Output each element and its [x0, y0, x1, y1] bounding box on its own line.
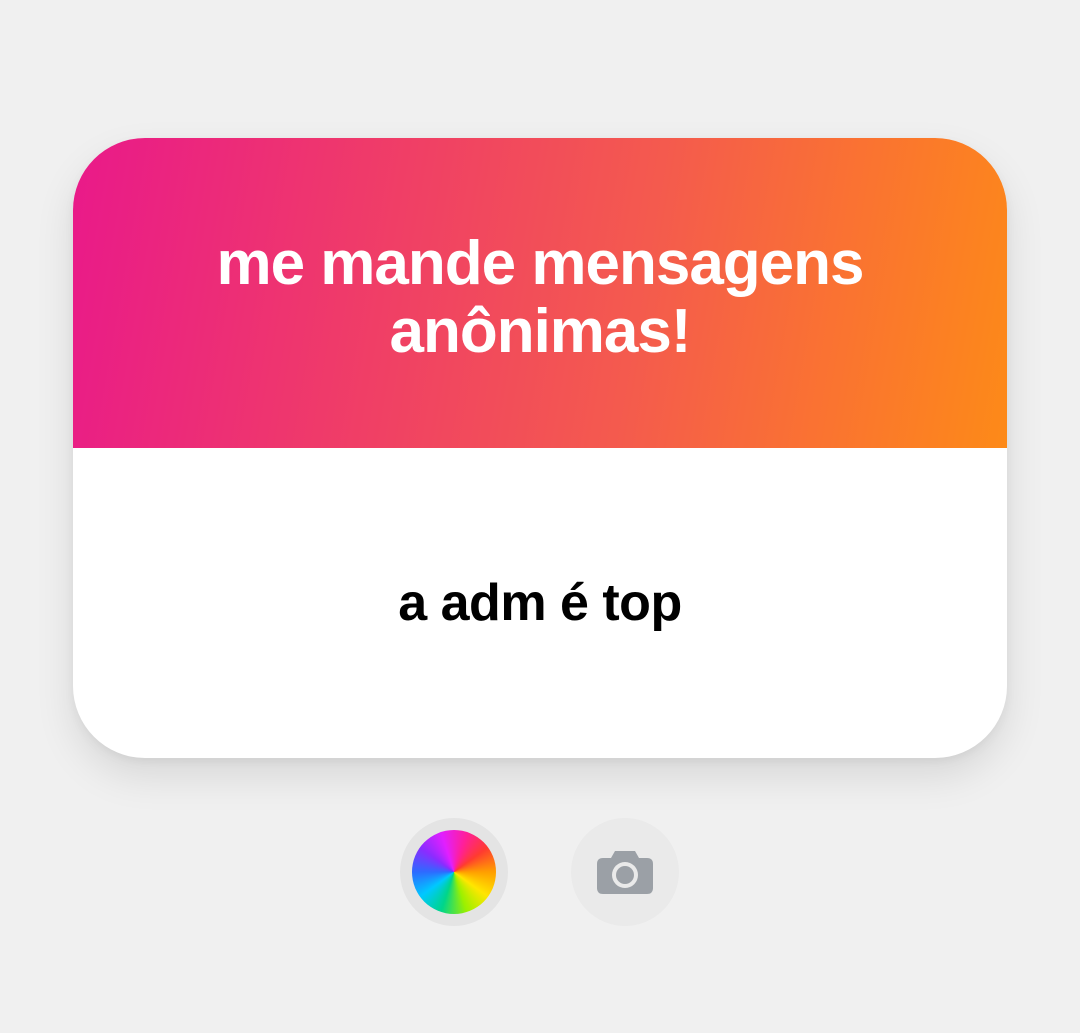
sticker-header: me mande mensagens anônimas! — [73, 138, 1007, 448]
color-picker-button[interactable] — [400, 818, 508, 926]
camera-button[interactable] — [571, 818, 679, 926]
answer-text: a adm é top — [398, 574, 682, 632]
sticker-prompt-text: me mande mensagens anônimas! — [216, 229, 864, 366]
question-sticker-card: me mande mensagens anônimas! a adm é top — [73, 138, 1007, 758]
sticker-answer-area[interactable]: a adm é top — [73, 448, 1007, 758]
color-wheel-icon — [412, 830, 496, 914]
camera-icon — [597, 851, 653, 894]
